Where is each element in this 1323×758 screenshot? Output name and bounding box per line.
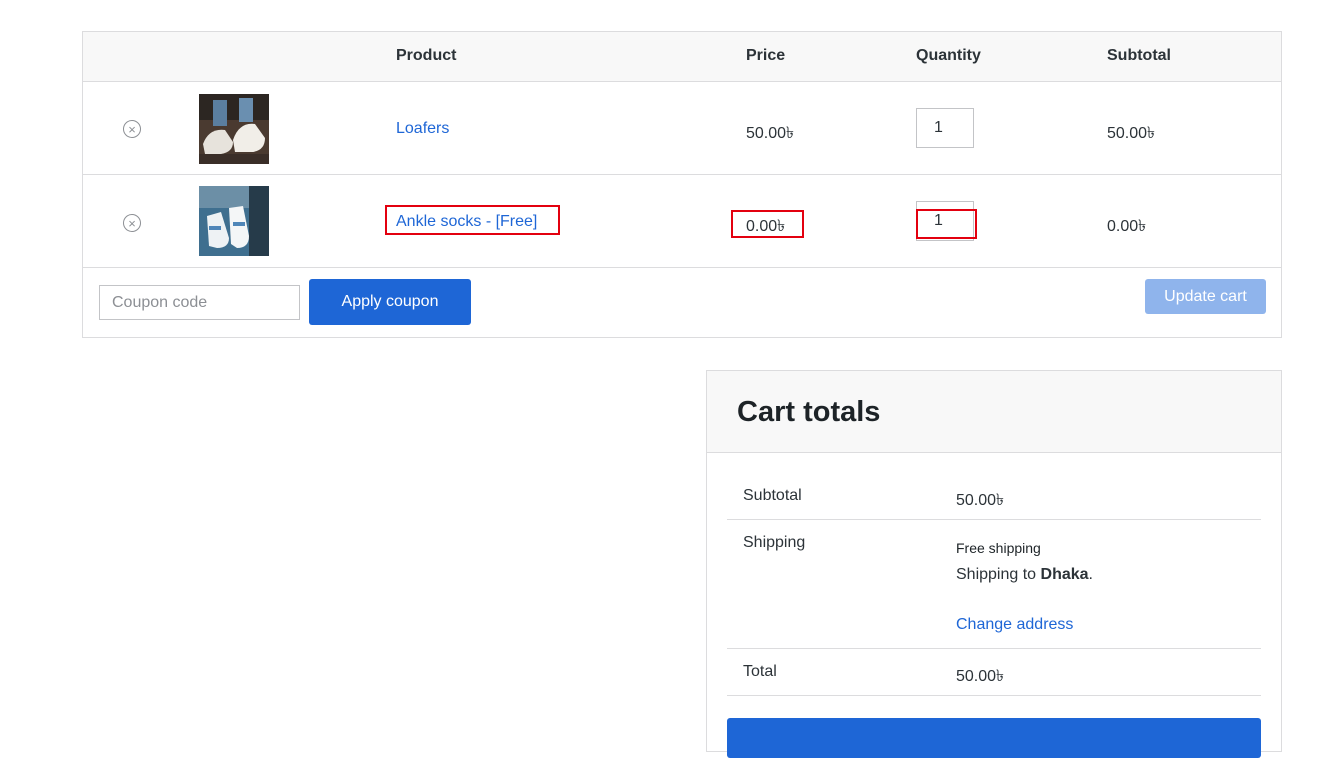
totals-row-shipping: Shipping Free shipping Shipping to Dhaka… bbox=[727, 520, 1261, 649]
cart-item-row: × Loafers 50.00৳ 50.00৳ bbox=[83, 82, 1281, 175]
quantity-input[interactable] bbox=[916, 201, 974, 241]
shipping-destination-suffix: . bbox=[1088, 566, 1093, 583]
totals-row-subtotal: Subtotal 50.00৳ bbox=[727, 473, 1261, 520]
update-cart-button[interactable]: Update cart bbox=[1145, 279, 1266, 314]
shipping-destination: Shipping to Dhaka. bbox=[956, 566, 1093, 584]
close-circle-icon[interactable]: × bbox=[123, 214, 141, 232]
item-price: 0.00৳ bbox=[746, 218, 786, 235]
column-header-quantity: Quantity bbox=[916, 47, 981, 64]
cart-item-row: × Ankle socks - [Free] 0.00৳ 0.00৳ bbox=[83, 175, 1281, 268]
column-header-price: Price bbox=[746, 47, 786, 64]
close-circle-icon[interactable]: × bbox=[123, 120, 141, 138]
cart-table: Product Price Quantity Subtotal × Loafer… bbox=[82, 31, 1282, 338]
shipping-method: Free shipping bbox=[956, 540, 1041, 556]
shipping-label: Shipping bbox=[743, 534, 806, 551]
item-price: 50.00৳ bbox=[746, 125, 795, 142]
cart-table-header: Product Price Quantity Subtotal bbox=[83, 32, 1281, 82]
change-address-link[interactable]: Change address bbox=[956, 616, 1073, 634]
loafers-product-image[interactable] bbox=[199, 94, 269, 164]
proceed-to-checkout-button[interactable] bbox=[727, 718, 1261, 758]
cart-totals-panel: Cart totals Subtotal 50.00৳ Shipping Fre… bbox=[706, 370, 1282, 758]
column-header-subtotal: Subtotal bbox=[1107, 47, 1171, 64]
total-value: 50.00৳ bbox=[956, 668, 1005, 685]
shipping-location: Dhaka bbox=[1040, 566, 1089, 583]
ankle-socks-product-image[interactable] bbox=[199, 186, 269, 256]
cart-actions: Apply coupon Update cart bbox=[83, 268, 1281, 337]
item-subtotal: 0.00৳ bbox=[1107, 218, 1147, 235]
product-link-ankle-socks[interactable]: Ankle socks - [Free] bbox=[396, 213, 537, 231]
subtotal-value: 50.00৳ bbox=[956, 492, 1005, 509]
totals-row-total: Total 50.00৳ bbox=[727, 649, 1261, 696]
cart-totals-title: Cart totals bbox=[737, 396, 881, 428]
subtotal-label: Subtotal bbox=[743, 487, 802, 504]
product-link-loafers[interactable]: Loafers bbox=[396, 120, 449, 138]
column-header-product: Product bbox=[396, 47, 457, 64]
item-subtotal: 50.00৳ bbox=[1107, 125, 1156, 142]
coupon-code-input[interactable] bbox=[99, 285, 300, 320]
total-label: Total bbox=[743, 663, 777, 680]
cart-totals-header: Cart totals bbox=[707, 371, 1281, 453]
shipping-destination-prefix: Shipping to bbox=[956, 566, 1041, 583]
quantity-input[interactable] bbox=[916, 108, 974, 148]
apply-coupon-button[interactable]: Apply coupon bbox=[309, 279, 471, 325]
